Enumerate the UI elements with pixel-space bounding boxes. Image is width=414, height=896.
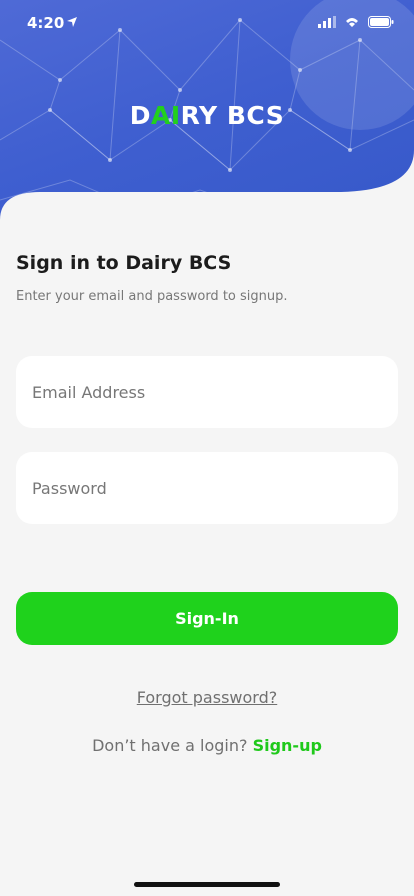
forgot-password-row: Forgot password? bbox=[0, 688, 414, 707]
logo-text-start: D bbox=[129, 101, 152, 130]
home-indicator bbox=[134, 882, 280, 887]
sign-up-link[interactable]: Sign-up bbox=[253, 736, 322, 755]
app-logo: DAIRY BCS bbox=[0, 101, 414, 130]
email-field[interactable] bbox=[16, 356, 398, 428]
signup-row: Don’t have a login? Sign-up bbox=[0, 736, 414, 755]
signal-icon bbox=[318, 16, 336, 28]
status-time: 4:20 bbox=[27, 14, 65, 32]
logo-text-highlight: AI bbox=[151, 101, 181, 130]
logo-text-end: RY BCS bbox=[180, 101, 285, 130]
wifi-icon bbox=[346, 18, 358, 27]
status-bar: 4:20 bbox=[0, 0, 414, 48]
password-field[interactable] bbox=[16, 452, 398, 524]
no-login-text: Don’t have a login? bbox=[92, 736, 248, 755]
battery-icon bbox=[368, 16, 394, 28]
hero-curve bbox=[0, 150, 414, 250]
location-arrow-icon bbox=[67, 17, 77, 27]
page-title: Sign in to Dairy BCS bbox=[16, 252, 232, 274]
page-subtitle: Enter your email and password to signup. bbox=[16, 289, 288, 304]
sign-in-button[interactable]: Sign-In bbox=[16, 592, 398, 645]
forgot-password-link[interactable]: Forgot password? bbox=[137, 688, 277, 707]
status-icons bbox=[318, 16, 394, 28]
